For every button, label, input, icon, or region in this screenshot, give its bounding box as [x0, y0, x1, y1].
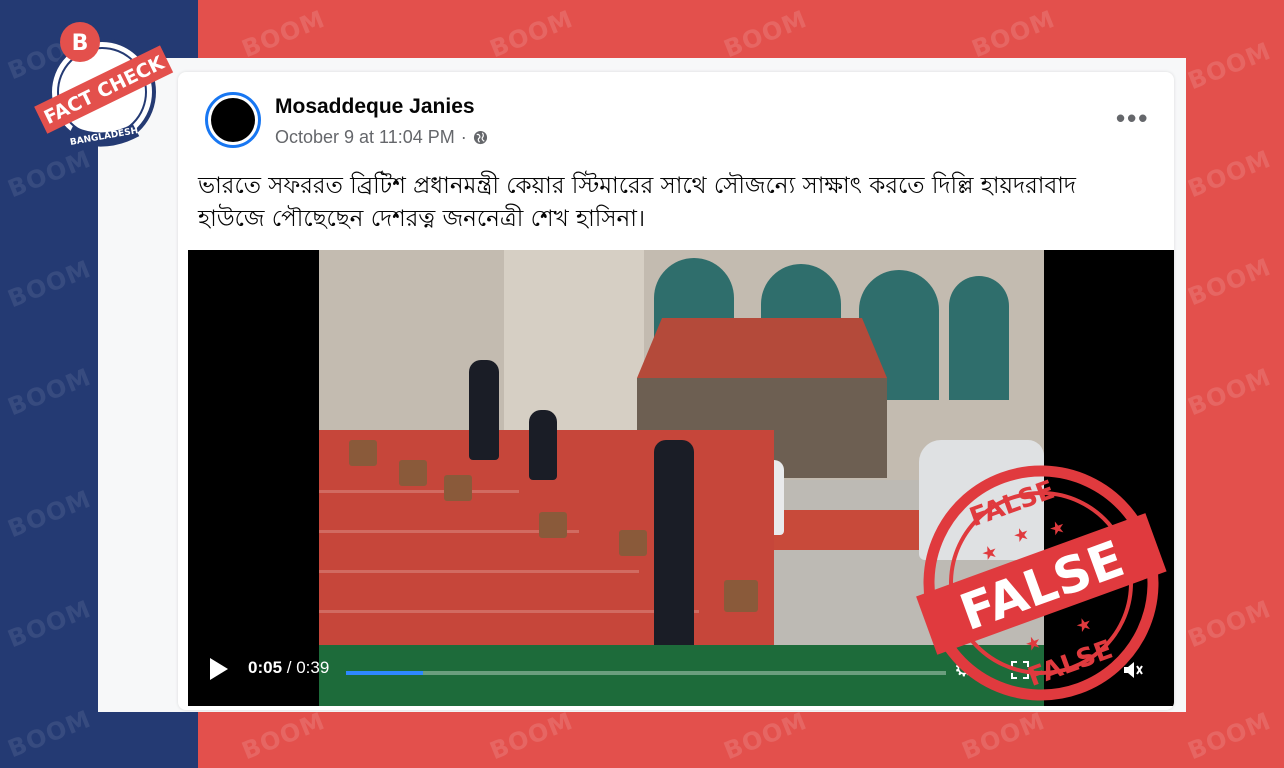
post-author[interactable]: Mosaddeque Janies [275, 95, 475, 119]
meta-dot: · [460, 127, 467, 147]
play-button[interactable] [210, 658, 228, 680]
stamp-star-icon: ★ [1073, 613, 1095, 637]
current-time: 0:05 [248, 658, 283, 677]
person-figure [654, 440, 694, 660]
post-timestamp[interactable]: October 9 at 11:04 PM [275, 127, 455, 148]
stair-edge [319, 570, 639, 573]
potted-plant [539, 512, 567, 538]
stair-edge [319, 490, 519, 493]
potted-plant [724, 580, 758, 612]
duration: 0:39 [296, 658, 330, 677]
video-time: 0:05 / 0:39 [248, 658, 329, 678]
potted-plant [444, 475, 472, 501]
person-figure [469, 360, 499, 460]
fact-check-badge: B FACT CHECK BANGLADESH [34, 22, 174, 148]
stamp-star-icon: ★ [1046, 516, 1068, 540]
porch-roof [637, 318, 887, 378]
globe-icon [473, 130, 487, 145]
stamp-star-icon: ★ [1022, 631, 1044, 655]
avatar[interactable] [205, 92, 261, 148]
building-arch [949, 276, 1009, 400]
badge-letter: B [72, 31, 89, 56]
potted-plant [349, 440, 377, 466]
video-progress-bar[interactable] [346, 671, 946, 675]
false-stamp: FALSE FALSE ★ ★ ★ ★ ★ FALSE [916, 465, 1167, 701]
post-text-line: হাউজে পৌছেছেন দেশরত্ন জননেত্রী শেখ হাসিন… [198, 206, 646, 232]
more-options-icon[interactable]: ••• [1116, 105, 1149, 131]
post-text-line: ভারতে সফররত ব্রিটিশ প্রধানমন্ত্রী কেয়ার… [198, 173, 1077, 199]
potted-plant [619, 530, 647, 556]
stair-edge [319, 610, 699, 613]
post-meta: October 9 at 11:04 PM · [275, 127, 488, 148]
video-progress-fill [346, 671, 423, 675]
post-text: ভারতে সফররত ব্রিটিশ প্রধানমন্ত্রী কেয়ার… [198, 170, 1128, 236]
stamp-star-icon: ★ [1010, 523, 1032, 547]
time-separator: / [282, 658, 297, 677]
potted-plant [399, 460, 427, 486]
person-figure [529, 410, 557, 480]
stamp-star-icon: ★ [979, 541, 1001, 565]
avatar-image [211, 98, 255, 142]
